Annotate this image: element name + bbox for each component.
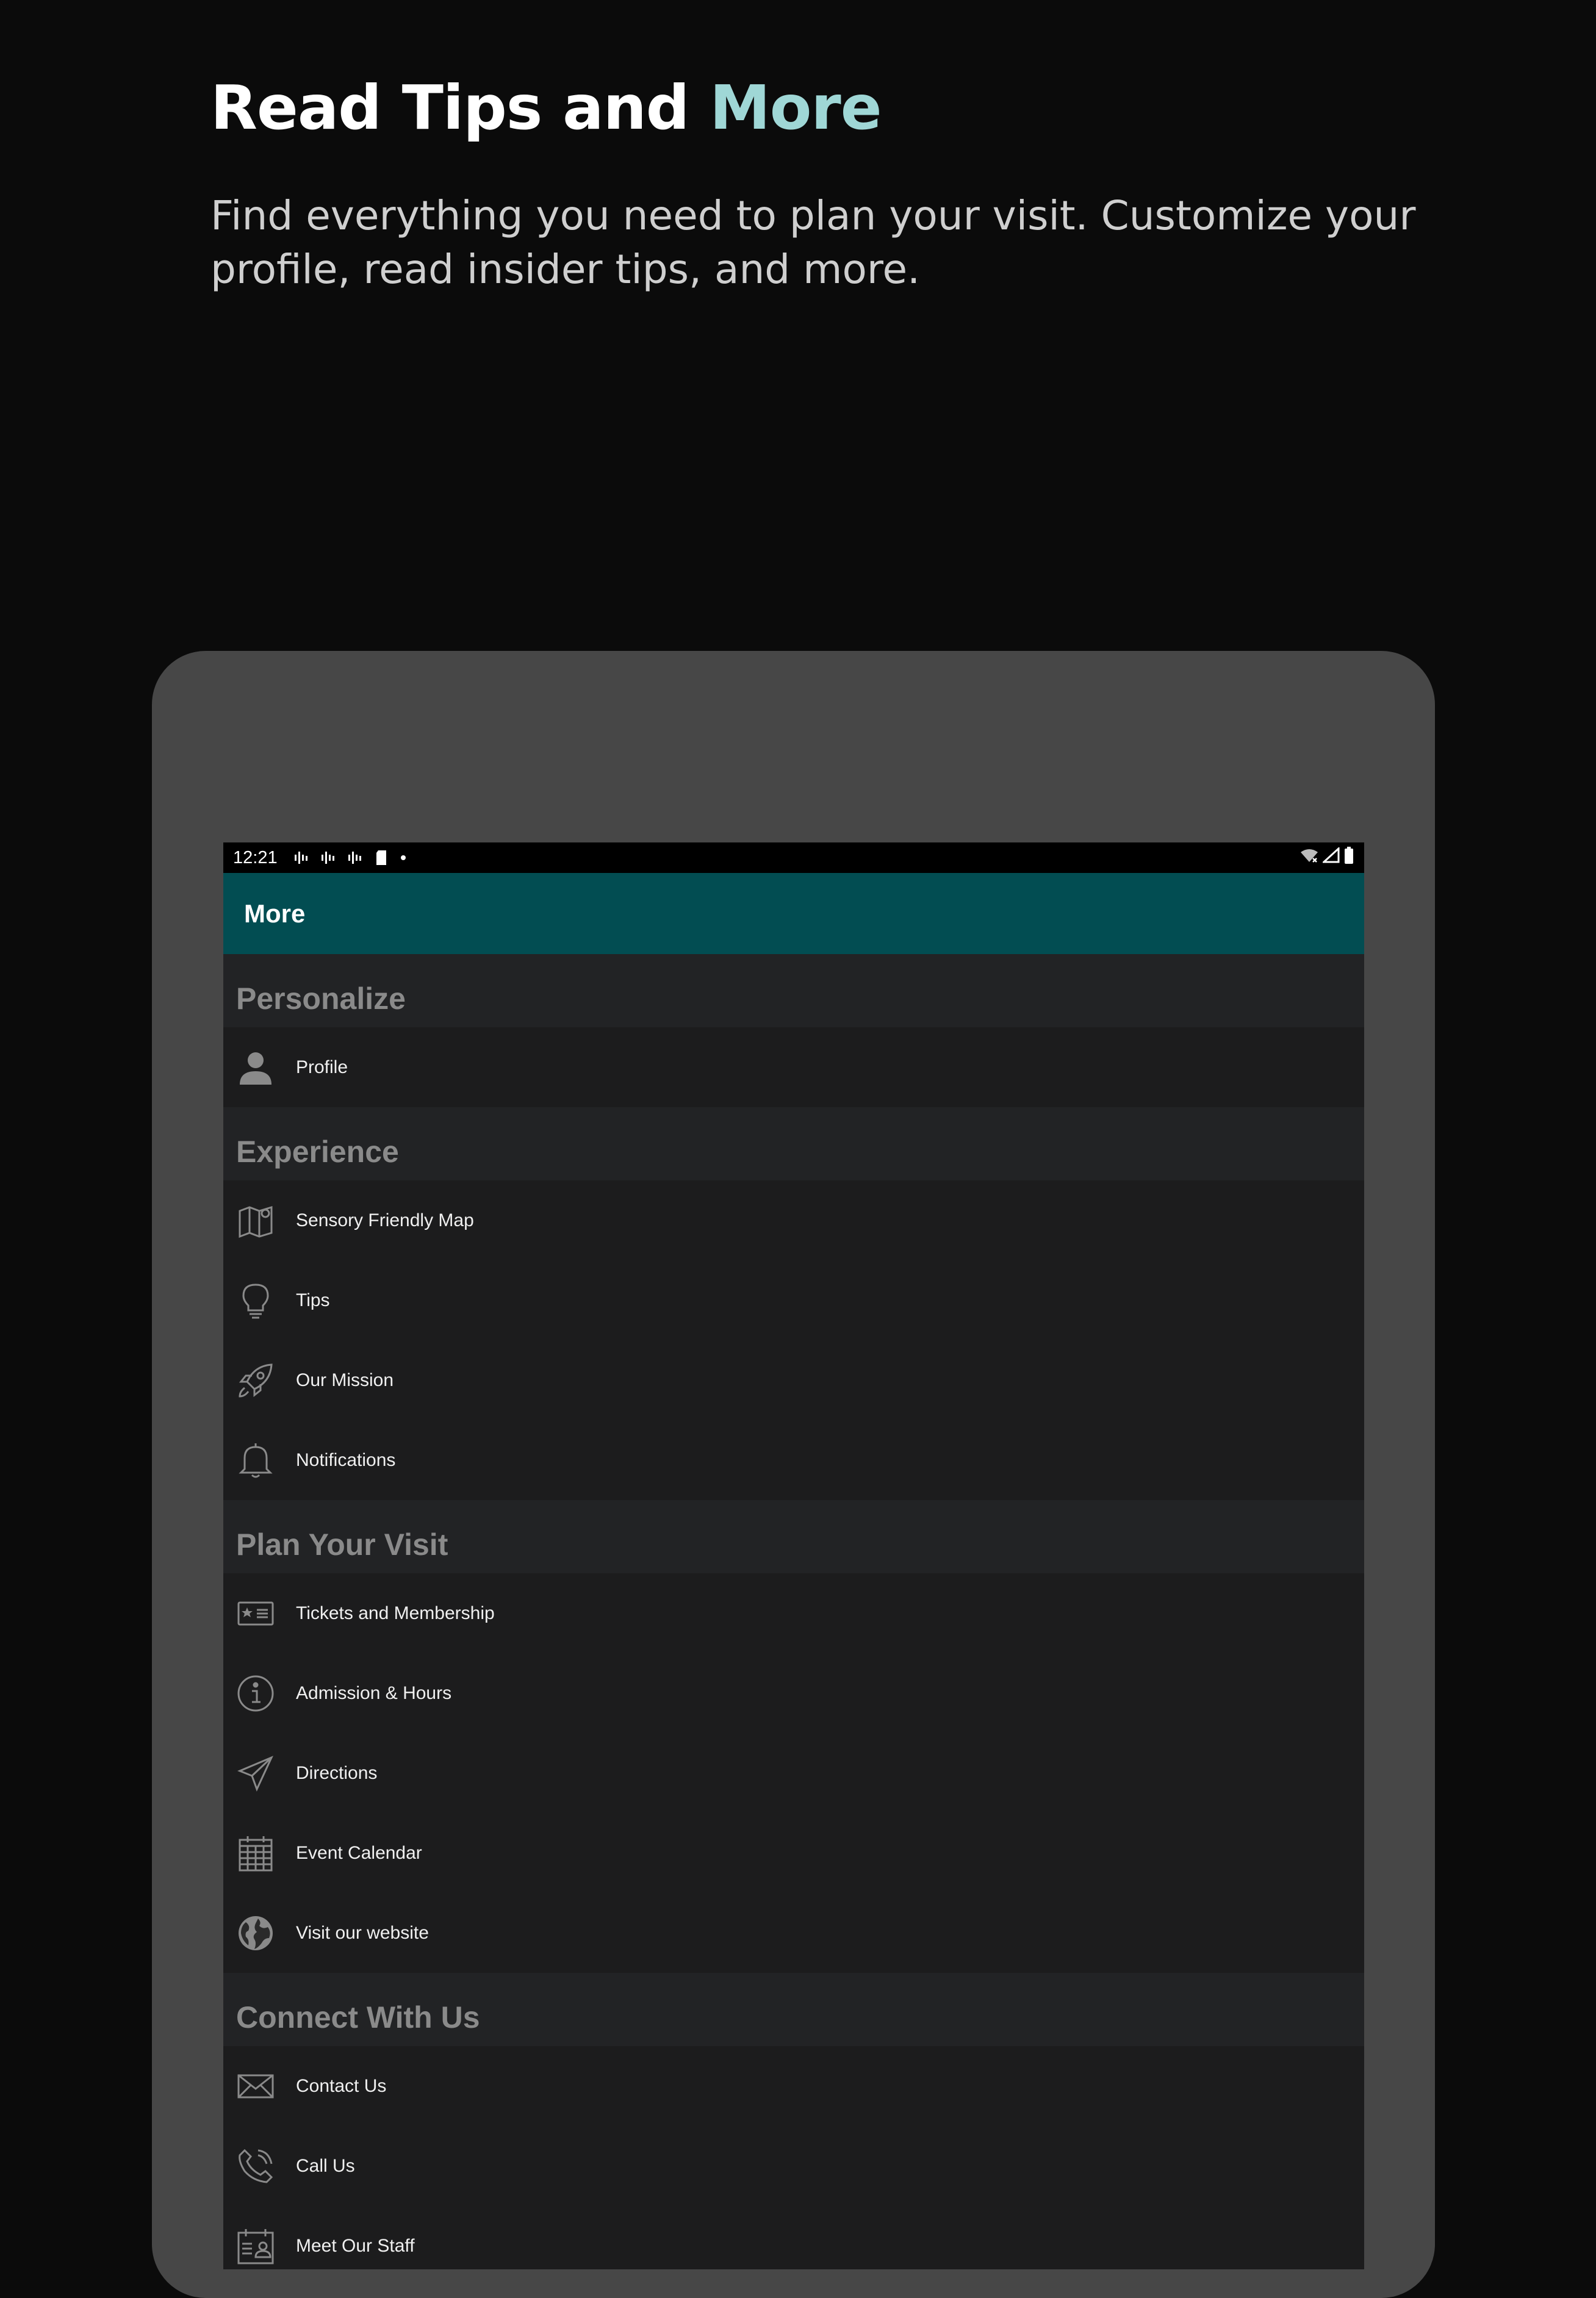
menu-item-label: Profile	[296, 1057, 348, 1077]
menu-item-tips[interactable]: Tips	[223, 1260, 1364, 1340]
info-icon	[236, 1674, 275, 1713]
menu-item-contact-us[interactable]: Contact Us	[223, 2046, 1364, 2126]
promo-headline: Read Tips and More	[210, 72, 882, 143]
audio-wave-icon	[347, 850, 363, 866]
menu-item-label: Meet Our Staff	[296, 2235, 415, 2256]
battery-icon	[1343, 846, 1354, 869]
menu-item-label: Tips	[296, 1290, 330, 1310]
rocket-icon	[236, 1361, 275, 1400]
menu-item-admission-hours[interactable]: Admission & Hours	[223, 1653, 1364, 1733]
wifi-off-icon	[1299, 847, 1319, 868]
audio-wave-icon	[293, 850, 309, 866]
section-header-plan-your-visit: Plan Your Visit	[223, 1500, 1364, 1573]
section-header-connect-with-us: Connect With Us	[223, 1973, 1364, 2046]
menu-item-visit-our-website[interactable]: Visit our website	[223, 1893, 1364, 1973]
menu-item-tickets-and-membership[interactable]: Tickets and Membership	[223, 1573, 1364, 1653]
promo-subtitle: Find everything you need to plan your vi…	[210, 192, 1416, 293]
section-header-personalize: Personalize	[223, 954, 1364, 1027]
menu-item-label: Directions	[296, 1762, 378, 1783]
envelope-icon	[236, 2067, 275, 2106]
app-bar-title: More	[223, 873, 1364, 954]
sd-card-icon	[374, 849, 389, 866]
map-icon	[236, 1201, 275, 1240]
signal-icon	[1321, 846, 1340, 868]
menu-item-label: Admission & Hours	[296, 1682, 452, 1703]
globe-icon	[236, 1914, 275, 1953]
menu-item-label: Tickets and Membership	[296, 1603, 495, 1623]
menu-item-call-us[interactable]: Call Us	[223, 2126, 1364, 2206]
menu-item-profile[interactable]: Profile	[223, 1027, 1364, 1107]
headline-accent: More	[710, 72, 882, 143]
menu-item-label: Our Mission	[296, 1370, 394, 1390]
section-header-experience: Experience	[223, 1107, 1364, 1180]
profile-icon	[236, 1048, 275, 1087]
menu-item-label: Call Us	[296, 2155, 355, 2176]
lightbulb-icon	[236, 1281, 275, 1320]
menu-item-notifications[interactable]: Notifications	[223, 1420, 1364, 1500]
bell-icon	[236, 1441, 275, 1480]
staff-id-icon	[236, 2227, 275, 2266]
menu-item-our-mission[interactable]: Our Mission	[223, 1340, 1364, 1420]
audio-wave-icon	[320, 850, 336, 866]
headline-main: Read Tips and	[210, 72, 710, 143]
paper-plane-icon	[236, 1754, 275, 1793]
status-bar: 12:21	[223, 842, 1364, 873]
device-screen: 12:21 More Personalize Profile Experienc…	[223, 842, 1364, 2269]
menu-item-label: Contact Us	[296, 2075, 387, 2096]
ticket-icon	[236, 1594, 275, 1633]
calendar-icon	[236, 1834, 275, 1873]
menu-item-label: Sensory Friendly Map	[296, 1210, 474, 1230]
menu-item-label: Event Calendar	[296, 1842, 422, 1863]
menu-item-label: Visit our website	[296, 1922, 429, 1943]
menu-item-meet-our-staff[interactable]: Meet Our Staff	[223, 2206, 1364, 2269]
menu-item-sensory-friendly-map[interactable]: Sensory Friendly Map	[223, 1180, 1364, 1260]
menu-item-event-calendar[interactable]: Event Calendar	[223, 1813, 1364, 1893]
phone-icon	[236, 2147, 275, 2186]
notification-dot-icon	[400, 854, 407, 861]
menu-item-label: Notifications	[296, 1449, 396, 1470]
status-time: 12:21	[233, 847, 278, 867]
menu-item-directions[interactable]: Directions	[223, 1733, 1364, 1813]
